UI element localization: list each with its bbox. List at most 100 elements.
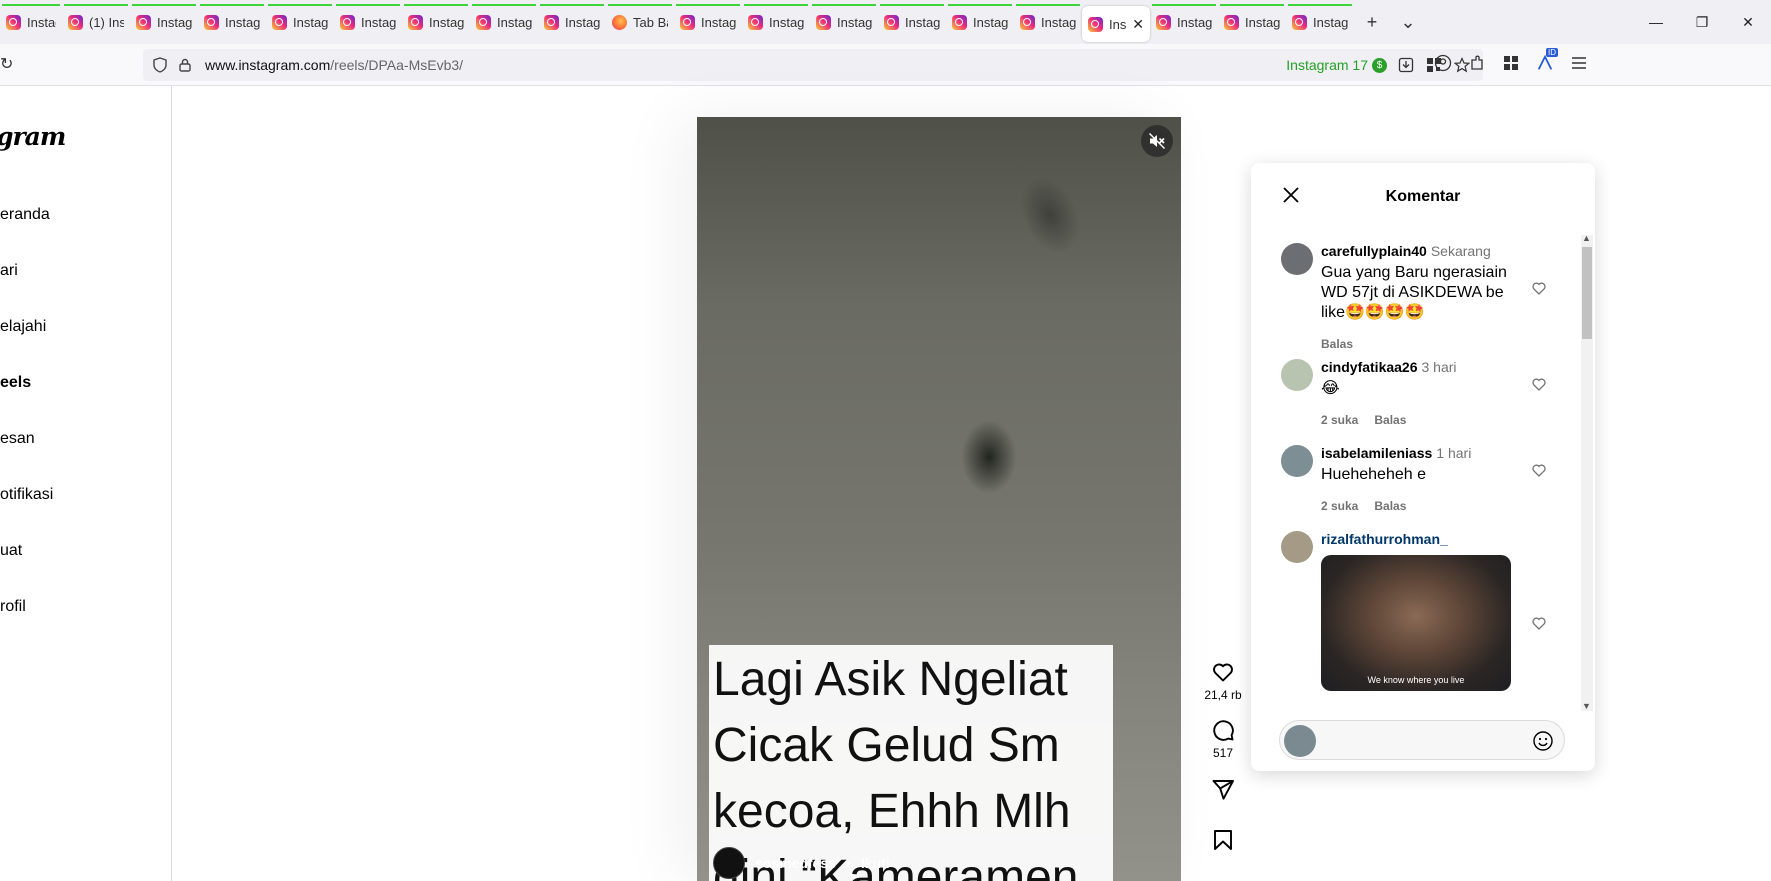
browser-tab[interactable]: Instag xyxy=(878,4,946,40)
browser-tab[interactable]: (1) Ins xyxy=(62,4,130,40)
browser-tab[interactable]: Instag xyxy=(538,4,606,40)
caption-line: Cicak Gelud Sm xyxy=(713,719,1060,772)
save-action xyxy=(1211,828,1235,852)
sidebar-item-profil[interactable]: rofil xyxy=(0,598,26,616)
separator-dot: • xyxy=(845,855,851,871)
reply-button[interactable]: Balas xyxy=(1374,499,1406,513)
comment-like-heart-icon[interactable] xyxy=(1531,280,1547,296)
browser-tab[interactable]: Instag xyxy=(130,4,198,40)
reload-icon[interactable]: ↻ xyxy=(0,54,13,74)
browser-tab[interactable]: Instag xyxy=(0,4,62,40)
bookmark-icon[interactable] xyxy=(1211,828,1235,852)
avatar[interactable] xyxy=(1281,445,1313,477)
download-icon[interactable] xyxy=(1397,56,1415,74)
sidebar-item-jelajahi[interactable]: elajahi xyxy=(0,318,46,336)
avatar[interactable] xyxy=(1281,359,1313,391)
scroll-down-icon[interactable]: ▼ xyxy=(1582,701,1591,711)
instagram-icon xyxy=(680,14,695,30)
sidebar-item-reels[interactable]: eels xyxy=(0,374,31,392)
browser-tab[interactable]: Instag xyxy=(266,4,334,40)
avatar[interactable] xyxy=(1281,531,1313,563)
browser-tab-label: Instag xyxy=(973,14,1008,30)
sidebar-item-notifikasi[interactable]: otifikasi xyxy=(0,486,53,504)
navigation-bar: ↻ www.instagram.com/reels/DPAa-MsEvb3/ I… xyxy=(0,44,1771,86)
browser-tab-label: (1) Ins xyxy=(89,14,124,30)
instagram-extension[interactable]: Instagram 17 $ xyxy=(1286,57,1387,73)
address-bar[interactable]: www.instagram.com/reels/DPAa-MsEvb3/ Ins… xyxy=(143,49,1483,81)
avatar[interactable] xyxy=(1281,243,1313,275)
comment-text: 😂 xyxy=(1321,380,1340,397)
browser-tab[interactable]: Instag xyxy=(946,4,1014,40)
sidebar-item-beranda[interactable]: eranda xyxy=(0,206,50,224)
url-text[interactable]: www.instagram.com/reels/DPAa-MsEvb3/ xyxy=(205,57,463,73)
reel-video[interactable]: Lagi Asik Ngeliat Cicak Gelud Sm kecoa, … xyxy=(697,117,1181,881)
restore-button[interactable]: ❐ xyxy=(1679,0,1725,44)
instagram-icon xyxy=(136,14,151,30)
author-username[interactable]: sosmedfess xyxy=(755,855,836,871)
url-path: /reels/DPAa-MsEvb3/ xyxy=(330,57,464,73)
comments-scrollbar-thumb[interactable] xyxy=(1582,247,1592,339)
browser-tab[interactable]: Instag xyxy=(1286,4,1354,40)
send-icon[interactable] xyxy=(1211,778,1235,802)
browser-tab[interactable]: Instag xyxy=(334,4,402,40)
browser-tab[interactable]: Instag xyxy=(674,4,742,40)
reply-button[interactable]: Balas xyxy=(1321,337,1353,351)
extensions-icon[interactable] xyxy=(1468,54,1486,72)
browser-tab[interactable]: Instag xyxy=(470,4,538,40)
instagram-icon xyxy=(68,14,83,30)
sidebar-item-cari[interactable]: ari xyxy=(0,262,18,280)
comment-like-heart-icon[interactable] xyxy=(1531,462,1547,478)
browser-tab-label: Instag xyxy=(837,14,872,30)
browser-tab[interactable]: Instag xyxy=(810,4,878,40)
browser-tab[interactable]: Instag xyxy=(742,4,810,40)
browser-tab[interactable]: Tab Ba xyxy=(606,4,674,40)
browser-tab[interactable]: Instag xyxy=(1150,4,1218,40)
new-tab-button[interactable]: + xyxy=(1354,4,1390,40)
comment-likes[interactable]: 2 suka xyxy=(1321,413,1358,427)
author-avatar[interactable] xyxy=(713,847,745,879)
sidebar-item-pesan[interactable]: esan xyxy=(0,430,35,448)
comment-username[interactable]: isabelamileniass xyxy=(1321,445,1432,461)
minimize-button[interactable]: — xyxy=(1633,0,1679,44)
comment-time: Sekarang xyxy=(1430,243,1491,259)
browser-tab[interactable]: Instag xyxy=(402,4,470,40)
comment-like-heart-icon[interactable] xyxy=(1531,376,1547,392)
apps-icon[interactable] xyxy=(1502,54,1520,72)
browser-tab-label: Instag xyxy=(429,14,464,30)
instagram-icon xyxy=(1020,14,1035,30)
follow-button[interactable]: Ikuti xyxy=(861,855,890,871)
shield-icon[interactable] xyxy=(153,57,167,73)
sidebar-item-buat[interactable]: uat xyxy=(0,542,22,560)
comments-header: Komentar xyxy=(1251,163,1595,233)
browser-tab[interactable]: Instag xyxy=(198,4,266,40)
menu-icon[interactable] xyxy=(1570,54,1588,72)
instagram-icon xyxy=(952,14,967,30)
browser-tab[interactable]: Instag xyxy=(1014,4,1082,40)
mute-button[interactable] xyxy=(1141,125,1173,157)
browser-tab-label: Instag xyxy=(1313,14,1348,30)
comment-username[interactable]: cindyfatikaa26 xyxy=(1321,359,1418,375)
browser-tab[interactable]: Inst ✕ xyxy=(1082,6,1150,42)
close-tab-icon[interactable]: ✕ xyxy=(1132,16,1144,33)
profile-badge-icon[interactable]: ID xyxy=(1536,48,1558,72)
comment-username[interactable]: rizalfathurrohman_ xyxy=(1321,531,1448,547)
comments-list: carefullyplain40 Sekarang Gua yang Baru n… xyxy=(1251,233,1595,703)
heart-icon[interactable] xyxy=(1211,660,1235,684)
comment-likes[interactable]: 2 suka xyxy=(1321,499,1358,513)
account-icon[interactable] xyxy=(1434,54,1452,72)
comment-input[interactable] xyxy=(1324,727,1520,755)
scroll-up-icon[interactable]: ▲ xyxy=(1582,233,1591,243)
tab-list-chevron-down-icon[interactable]: ⌄ xyxy=(1390,4,1426,40)
comment-icon[interactable] xyxy=(1211,718,1235,742)
reply-button[interactable]: Balas xyxy=(1374,413,1406,427)
comment-text: Hueheheheh e xyxy=(1321,466,1426,483)
comment-gif[interactable]: We know where you live xyxy=(1321,555,1511,691)
gif-caption: We know where you live xyxy=(1367,675,1465,685)
instagram-logo[interactable]: gram xyxy=(0,122,66,151)
emoji-icon[interactable] xyxy=(1532,730,1554,752)
lock-icon[interactable] xyxy=(179,58,191,72)
close-window-button[interactable]: ✕ xyxy=(1725,0,1771,44)
comment-like-heart-icon[interactable] xyxy=(1531,615,1547,631)
browser-tab[interactable]: Instag xyxy=(1218,4,1286,40)
comment-username[interactable]: carefullyplain40 xyxy=(1321,243,1427,259)
